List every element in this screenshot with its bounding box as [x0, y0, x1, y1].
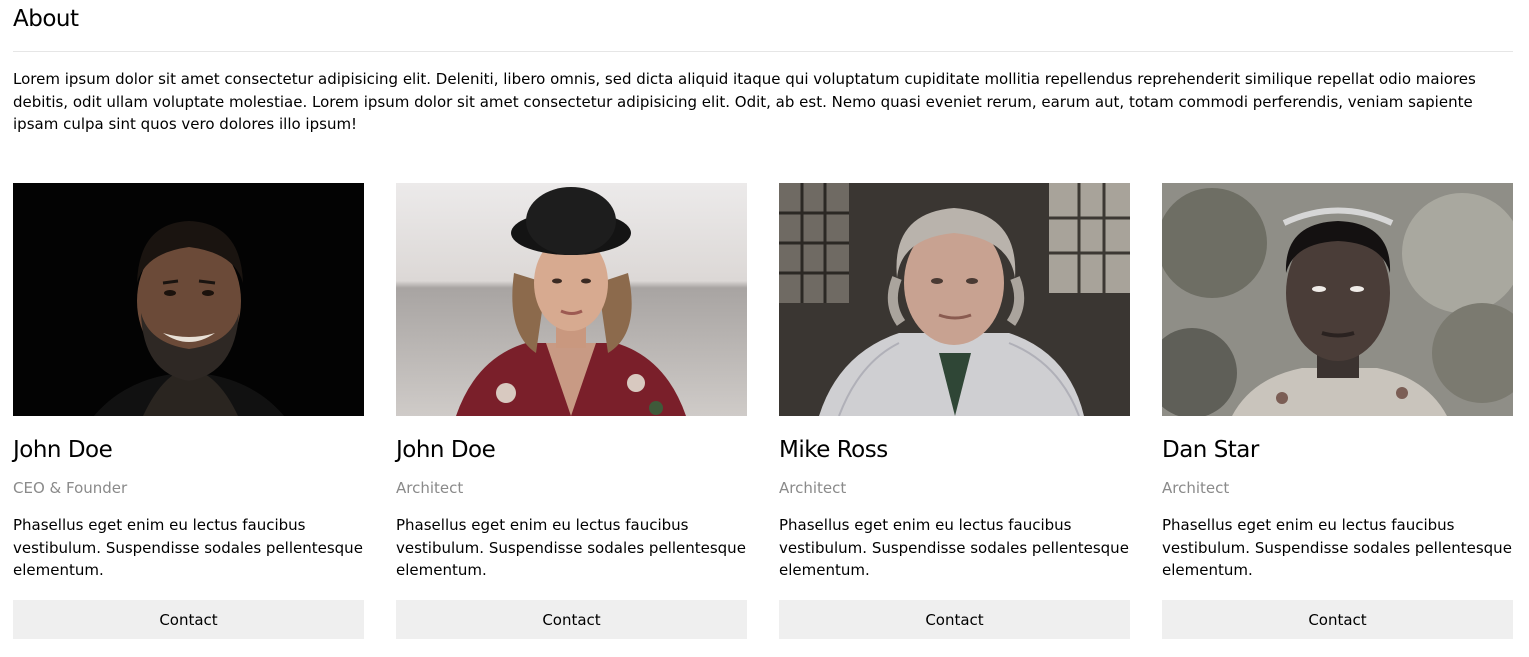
team-card: John Doe CEO & Founder Phasellus eget en… [13, 183, 364, 639]
portrait-image [1162, 183, 1513, 416]
member-name: John Doe [13, 437, 113, 463]
member-bio: Phasellus eget enim eu lectus faucibus v… [1162, 516, 1512, 579]
member-role: Architect [1162, 479, 1230, 497]
team-photo [13, 183, 364, 416]
contact-button[interactable]: Contact [13, 600, 364, 639]
member-name: Dan Star [1162, 437, 1259, 463]
contact-button[interactable]: Contact [779, 600, 1130, 639]
about-page: About Lorem ipsum dolor sit amet consect… [0, 0, 1529, 657]
member-bio: Phasellus eget enim eu lectus faucibus v… [779, 516, 1129, 579]
member-role: Architect [396, 479, 464, 497]
team-card: Dan Star Architect Phasellus eget enim e… [1162, 183, 1513, 639]
portrait-image [13, 183, 364, 416]
contact-button[interactable]: Contact [1162, 600, 1513, 639]
member-bio: Phasellus eget enim eu lectus faucibus v… [396, 516, 746, 579]
section-title: About [13, 6, 79, 32]
about-intro: Lorem ipsum dolor sit amet consectetur a… [13, 70, 1476, 133]
member-name: Mike Ross [779, 437, 888, 463]
team-card: Mike Ross Architect Phasellus eget enim … [779, 183, 1130, 639]
team-photo [396, 183, 747, 416]
divider [13, 51, 1513, 52]
team-card: John Doe Architect Phasellus eget enim e… [396, 183, 747, 639]
portrait-image [779, 183, 1130, 416]
member-bio: Phasellus eget enim eu lectus faucibus v… [13, 516, 363, 579]
team-grid: John Doe CEO & Founder Phasellus eget en… [13, 183, 1513, 639]
member-role: Architect [779, 479, 847, 497]
member-role: CEO & Founder [13, 479, 128, 497]
member-name: John Doe [396, 437, 496, 463]
portrait-image [396, 183, 747, 416]
team-photo [779, 183, 1130, 416]
contact-button[interactable]: Contact [396, 600, 747, 639]
team-photo [1162, 183, 1513, 416]
